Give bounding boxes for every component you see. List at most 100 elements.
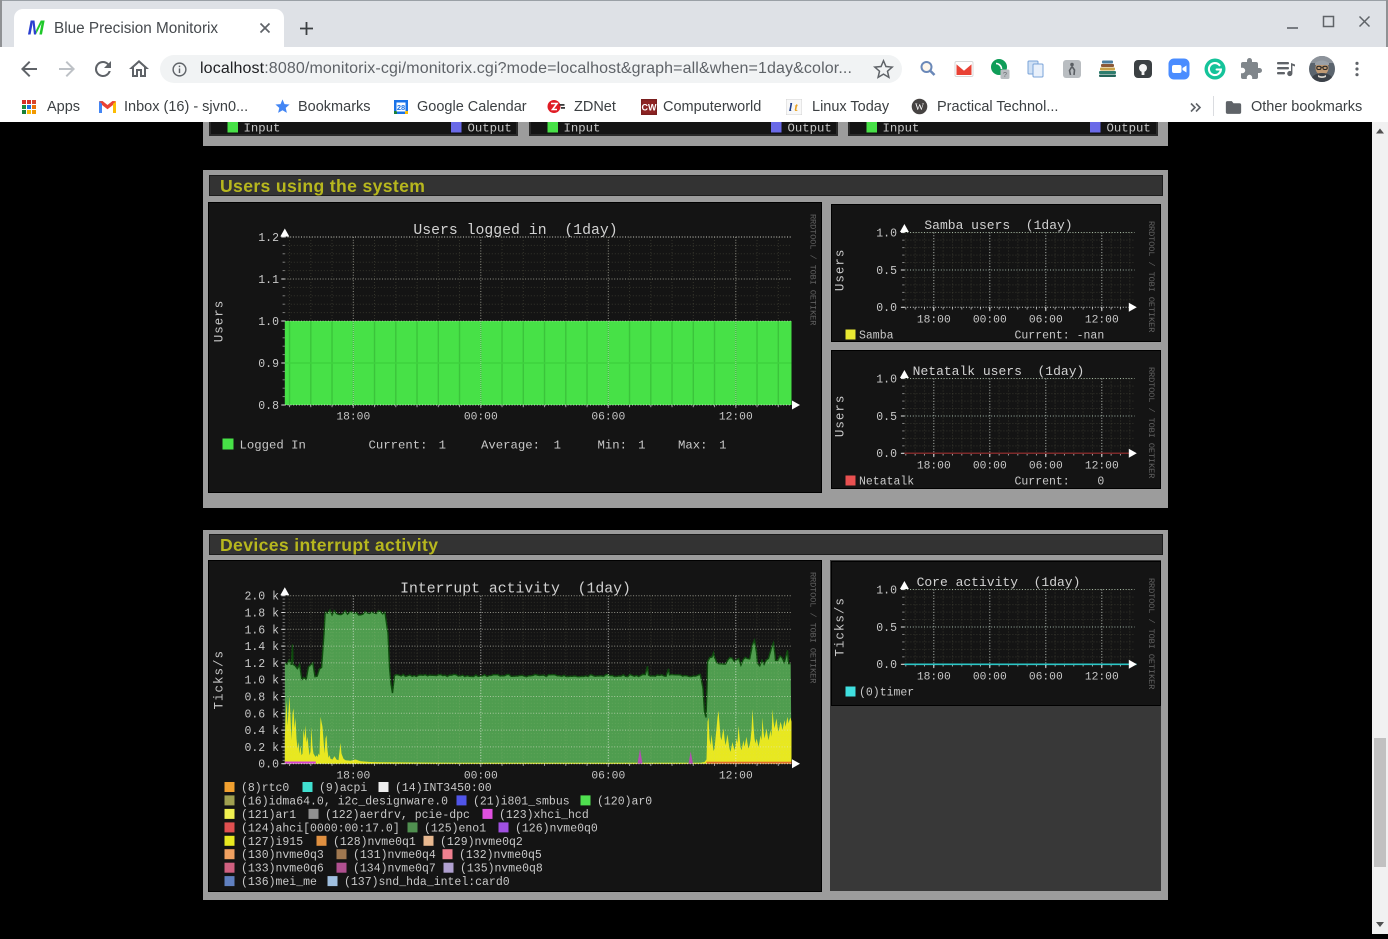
svg-text:Users logged in (1day): Users logged in (1day) (413, 223, 617, 239)
svg-text:(124)ahci[0000:00:17.0]: (124)ahci[0000:00:17.0] (241, 822, 400, 835)
svg-text:W: W (915, 102, 924, 113)
svg-text:Input: Input (563, 122, 600, 134)
svg-text:(130)nvme0q3: (130)nvme0q3 (241, 849, 324, 862)
svg-text:1.6 k: 1.6 k (244, 624, 279, 637)
svg-text:Current: 0: Current: 0 (1015, 475, 1105, 488)
svg-text:(121)ar1: (121)ar1 (241, 809, 296, 822)
svg-text:06:00: 06:00 (591, 771, 625, 783)
svg-text:(9)acpi: (9)acpi (319, 782, 367, 795)
svg-text:0.0: 0.0 (876, 302, 897, 315)
svg-text:(136)mei_me: (136)mei_me (241, 876, 317, 889)
svg-text:00:00: 00:00 (973, 671, 1007, 683)
svg-text:RRDTOOL / TOBI OETIKER: RRDTOOL / TOBI OETIKER (1146, 221, 1156, 332)
svg-text:(120)ar0: (120)ar0 (597, 795, 652, 808)
svg-text:18:00: 18:00 (917, 315, 951, 327)
svg-text:(122)aerdrv, pcie-dpc: (122)aerdrv, pcie-dpc (325, 809, 470, 822)
svg-text:Max:: Max: (678, 438, 708, 452)
svg-text:1.2: 1.2 (258, 232, 279, 245)
svg-text:0.5: 0.5 (876, 621, 897, 634)
svg-text:2.0 k: 2.0 k (244, 591, 279, 604)
svg-text:1: 1 (719, 438, 726, 452)
svg-text:06:00: 06:00 (1029, 315, 1063, 327)
svg-text:0.4 k: 0.4 k (244, 725, 279, 738)
svg-text:0.0: 0.0 (876, 659, 897, 672)
svg-text:RRDTOOL / TOBI OETIKER: RRDTOOL / TOBI OETIKER (1146, 367, 1156, 478)
svg-text:Current:: Current: (368, 438, 427, 452)
svg-text:12:00: 12:00 (1085, 671, 1119, 683)
svg-text:?: ? (1003, 70, 1007, 79)
svg-text:00:00: 00:00 (463, 771, 497, 783)
svg-text:18:00: 18:00 (336, 411, 370, 423)
svg-text:1: 1 (553, 438, 560, 452)
svg-text:RRDTOOL / TOBI OETIKER: RRDTOOL / TOBI OETIKER (807, 572, 817, 683)
svg-text:(21)i801_smbus: (21)i801_smbus (473, 795, 570, 808)
svg-text:Users: Users (834, 249, 848, 292)
svg-text:18:00: 18:00 (917, 671, 951, 683)
svg-text:Interrupt activity (1day): Interrupt activity (1day) (400, 582, 631, 598)
svg-text:(0)timer: (0)timer (859, 686, 914, 699)
svg-text:Ticks/s: Ticks/s (212, 650, 226, 710)
svg-text:Netatalk users (1day): Netatalk users (1day) (913, 364, 1085, 379)
svg-text:(134)nvme0q7: (134)nvme0q7 (353, 863, 436, 876)
svg-text:0.8 k: 0.8 k (244, 692, 279, 705)
svg-text:(125)eno1: (125)eno1 (424, 822, 486, 835)
svg-text:RRDTOOL / TOBI OETIKER: RRDTOOL / TOBI OETIKER (807, 214, 817, 325)
svg-text:(133)nvme0q6: (133)nvme0q6 (241, 863, 324, 876)
svg-text:(137)snd_hda_intel:card0: (137)snd_hda_intel:card0 (344, 876, 510, 889)
svg-text:0.8: 0.8 (258, 400, 279, 413)
svg-text:06:00: 06:00 (591, 411, 625, 423)
svg-text:(128)nvme0q1: (128)nvme0q1 (333, 836, 416, 849)
svg-text:Output: Output (467, 122, 511, 134)
svg-text:Netatalk: Netatalk (859, 475, 914, 488)
svg-text:CW: CW (642, 103, 657, 113)
svg-text:00:00: 00:00 (463, 411, 497, 423)
svg-text:Core activity (1day): Core activity (1day) (917, 575, 1081, 590)
svg-text:1.8 k: 1.8 k (244, 608, 279, 621)
svg-text:12:00: 12:00 (1085, 315, 1119, 327)
svg-text:(126)nvme0q0: (126)nvme0q0 (515, 822, 598, 835)
svg-text:12:00: 12:00 (718, 411, 752, 423)
svg-text:(127)i915: (127)i915 (241, 836, 303, 849)
svg-text:1.0: 1.0 (876, 373, 897, 386)
svg-text:00:00: 00:00 (973, 315, 1007, 327)
svg-text:1.0 k: 1.0 k (244, 675, 279, 688)
svg-text:Output: Output (1107, 122, 1151, 134)
svg-text:0.5: 0.5 (876, 410, 897, 423)
svg-text:(129)nvme0q2: (129)nvme0q2 (440, 836, 523, 849)
svg-text:0.6 k: 0.6 k (244, 708, 279, 721)
svg-text:(8)rtc0: (8)rtc0 (241, 782, 289, 795)
svg-text:(131)nvme0q4: (131)nvme0q4 (353, 849, 436, 862)
svg-text:18:00: 18:00 (917, 460, 951, 472)
svg-text:Input: Input (243, 122, 280, 134)
svg-text:0.9: 0.9 (258, 358, 279, 371)
svg-text:00:00: 00:00 (973, 460, 1007, 472)
svg-text:0.0: 0.0 (876, 448, 897, 461)
svg-text:Average:: Average: (481, 438, 540, 452)
svg-text:Users: Users (834, 394, 848, 437)
svg-text:Samba users (1day): Samba users (1day) (924, 218, 1072, 233)
svg-text:0.5: 0.5 (876, 265, 897, 278)
svg-text:1.0: 1.0 (258, 316, 279, 329)
svg-text:1.4 k: 1.4 k (244, 641, 279, 654)
svg-text:12:00: 12:00 (718, 771, 752, 783)
svg-text:1.2 k: 1.2 k (244, 658, 279, 671)
svg-text:Logged In: Logged In (239, 438, 305, 452)
svg-text:Users: Users (212, 299, 226, 342)
svg-text:(14)INT3450:00: (14)INT3450:00 (395, 782, 492, 795)
svg-text:12:00: 12:00 (1085, 460, 1119, 472)
svg-text:1: 1 (638, 438, 645, 452)
svg-text:1: 1 (438, 438, 445, 452)
svg-text:(135)nvme0q8: (135)nvme0q8 (460, 863, 543, 876)
svg-text:28: 28 (397, 103, 405, 112)
svg-text:0.2 k: 0.2 k (244, 742, 279, 755)
svg-text:18:00: 18:00 (336, 771, 370, 783)
svg-text:0.0: 0.0 (258, 759, 279, 772)
svg-text:Ticks/s: Ticks/s (834, 597, 848, 657)
svg-text:Input: Input (883, 122, 920, 134)
svg-text:Samba: Samba (859, 329, 894, 342)
svg-text:1.0: 1.0 (876, 584, 897, 597)
svg-text:06:00: 06:00 (1029, 671, 1063, 683)
svg-text:Current: -nan: Current: -nan (1015, 329, 1105, 342)
svg-text:1.1: 1.1 (258, 274, 279, 287)
svg-text:(123)xhci_hcd: (123)xhci_hcd (499, 809, 589, 822)
